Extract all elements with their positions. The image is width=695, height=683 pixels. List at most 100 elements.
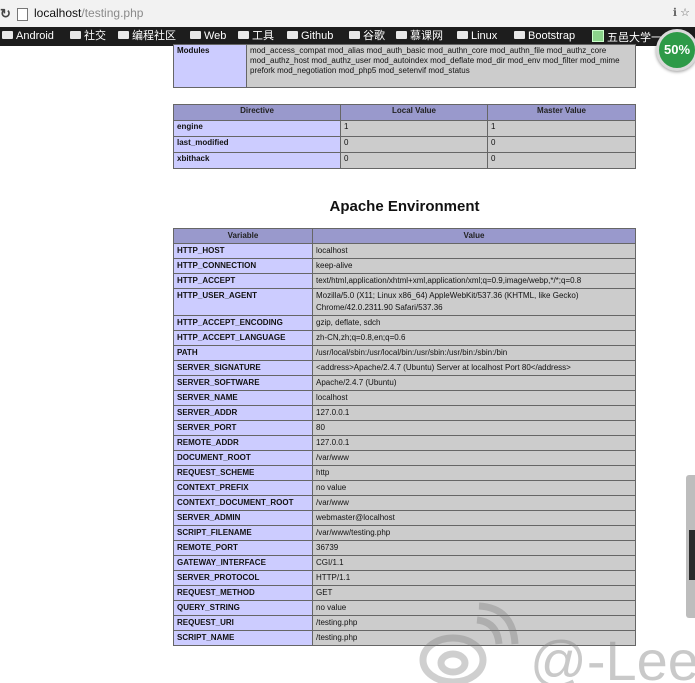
bookmark-imooc[interactable]: 慕课网	[396, 29, 443, 44]
directive-name: xbithack	[173, 152, 341, 169]
variable-name: HTTP_ACCEPT	[173, 273, 313, 289]
bookmark-coding-community[interactable]: 编程社区	[118, 29, 176, 44]
table-body: HTTP_HOST localhost HTTP_CONNECTION keep-al…	[173, 243, 636, 646]
variable-value: webmaster@localhost	[312, 510, 636, 526]
table-row: CONTEXT_DOCUMENT_ROOT/var/www	[173, 495, 636, 511]
variable-name: REMOTE_ADDR	[173, 435, 313, 451]
variable-value: no value	[312, 600, 636, 616]
bookmark-label: Android	[16, 30, 54, 42]
variable-value: no value	[312, 480, 636, 496]
directive-table: Directive Local Value Master Value engin…	[173, 104, 636, 169]
url-host: localhost	[34, 6, 82, 20]
variable-name: GATEWAY_INTERFACE	[173, 555, 313, 571]
table-row: Modules mod_access_compat mod_alias mod_…	[173, 44, 636, 88]
variable-value: text/html,application/xhtml+xml,applicat…	[312, 273, 636, 289]
variable-name: PATH	[173, 345, 313, 361]
bookmark-label: Bootstrap	[528, 30, 576, 42]
table-row: engine 1 1	[173, 120, 636, 137]
folder-icon	[118, 31, 129, 39]
reload-icon[interactable]: ↻	[0, 6, 11, 22]
variable-name: HTTP_HOST	[173, 243, 313, 259]
table-row: HTTP_ACCEPT text/html,application/xhtml+x…	[173, 273, 636, 289]
variable-name: DOCUMENT_ROOT	[173, 450, 313, 466]
folder-icon	[457, 31, 468, 39]
variable-name: SERVER_NAME	[173, 390, 313, 406]
table-header-row: Directive Local Value Master Value	[173, 104, 636, 121]
table-row: SCRIPT_FILENAME/var/www/testing.php	[173, 525, 636, 541]
table-row: SERVER_PROTOCOL HTTP/1.1	[173, 570, 636, 586]
bookmark-label: 工具	[252, 30, 274, 42]
folder-icon	[70, 31, 81, 39]
column-header: Variable	[173, 228, 313, 244]
variable-value: gzip, deflate, sdch	[312, 315, 636, 331]
variable-name: SCRIPT_NAME	[173, 630, 313, 646]
local-value: 1	[340, 120, 488, 137]
variable-name: CONTEXT_PREFIX	[173, 480, 313, 496]
variable-value: Apache/2.4.7 (Ubuntu)	[312, 375, 636, 391]
bookmark-web[interactable]: Web	[190, 29, 226, 44]
table-row: SCRIPT_NAME/testing.php	[173, 630, 636, 646]
table-row: SERVER_PORT 80	[173, 420, 636, 436]
variable-name: HTTP_ACCEPT_LANGUAGE	[173, 330, 313, 346]
bookmark-label: 慕课网	[410, 30, 443, 42]
bookmark-social[interactable]: 社交	[70, 29, 106, 44]
variable-value: 80	[312, 420, 636, 436]
bookmark-label: 谷歌	[363, 30, 385, 42]
variable-value: localhost	[312, 243, 636, 259]
bookmark-star-icon[interactable]: ℹ ☆	[673, 6, 690, 19]
bookmark-label: 社交	[84, 30, 106, 42]
table-row: SERVER_SIGNATURE <address>Apache/2.4.7 (U…	[173, 360, 636, 376]
table-row: SERVER_SOFTWARE Apache/2.4.7 (Ubuntu)	[173, 375, 636, 391]
row-label: Modules	[173, 44, 247, 88]
table-row: REQUEST_SCHEME http	[173, 465, 636, 481]
variable-name: QUERY_STRING	[173, 600, 313, 616]
bookmark-bootstrap[interactable]: Bootstrap	[514, 29, 575, 44]
table-row: HTTP_ACCEPT_LANGUAGE zh-CN,zh;q=0.8,en;q=…	[173, 330, 636, 346]
master-value: 0	[487, 136, 636, 153]
folder-icon	[190, 31, 201, 39]
bookmark-label: Github	[301, 30, 334, 42]
variable-name: SERVER_PORT	[173, 420, 313, 436]
row-value: mod_access_compat mod_alias mod_auth_bas…	[246, 44, 636, 88]
variable-name: SERVER_PROTOCOL	[173, 570, 313, 586]
variable-value: localhost	[312, 390, 636, 406]
page-icon	[17, 8, 28, 21]
table-row: last_modified 0 0	[173, 136, 636, 153]
bookmark-tools[interactable]: 工具	[238, 29, 274, 44]
directive-name: engine	[173, 120, 341, 137]
table-row: HTTP_HOST localhost	[173, 243, 636, 259]
variable-value: GET	[312, 585, 636, 601]
variable-name: HTTP_CONNECTION	[173, 258, 313, 274]
table-row: HTTP_CONNECTION keep-alive	[173, 258, 636, 274]
variable-value: 36739	[312, 540, 636, 556]
variable-name: HTTP_ACCEPT_ENCODING	[173, 315, 313, 331]
table-row: REQUEST_METHOD GET	[173, 585, 636, 601]
variable-value: Mozilla/5.0 (X11; Linux x86_64) AppleWeb…	[312, 288, 636, 316]
bookmark-linux[interactable]: Linux	[457, 29, 497, 44]
variable-value: /testing.php	[312, 615, 636, 631]
variable-name: SERVER_ADMIN	[173, 510, 313, 526]
folder-icon	[287, 31, 298, 39]
side-scroll-thumb[interactable]	[689, 530, 695, 580]
bookmark-label: Web	[204, 30, 227, 42]
variable-value: http	[312, 465, 636, 481]
url-field[interactable]: localhost/testing.php	[34, 6, 143, 20]
bookmark-android[interactable]: Android	[2, 29, 54, 44]
variable-value: zh-CN,zh;q=0.8,en;q=0.6	[312, 330, 636, 346]
table-row: REMOTE_PORT 36739	[173, 540, 636, 556]
variable-name: CONTEXT_DOCUMENT_ROOT	[173, 495, 313, 511]
variable-name: REMOTE_PORT	[173, 540, 313, 556]
local-value: 0	[340, 152, 488, 169]
section-title: Apache Environment	[329, 198, 480, 215]
url-path: /testing.php	[81, 6, 144, 20]
bookmark-google[interactable]: 谷歌	[349, 29, 385, 44]
bookmark-wyu[interactable]: 五邑大学一	[592, 29, 662, 44]
table-row: CONTEXT_PREFIX no value	[173, 480, 636, 496]
column-header: Value	[312, 228, 636, 244]
bookmark-github[interactable]: Github	[287, 29, 333, 44]
column-header: Directive	[173, 104, 341, 121]
apache-environment-table: Variable Value HTTP_HOST localhost HTTP_CO…	[173, 228, 636, 646]
bookmark-label: 编程社区	[132, 30, 176, 42]
variable-name: SERVER_SOFTWARE	[173, 375, 313, 391]
variable-value: /usr/local/sbin:/usr/local/bin:/usr/sbin…	[312, 345, 636, 361]
